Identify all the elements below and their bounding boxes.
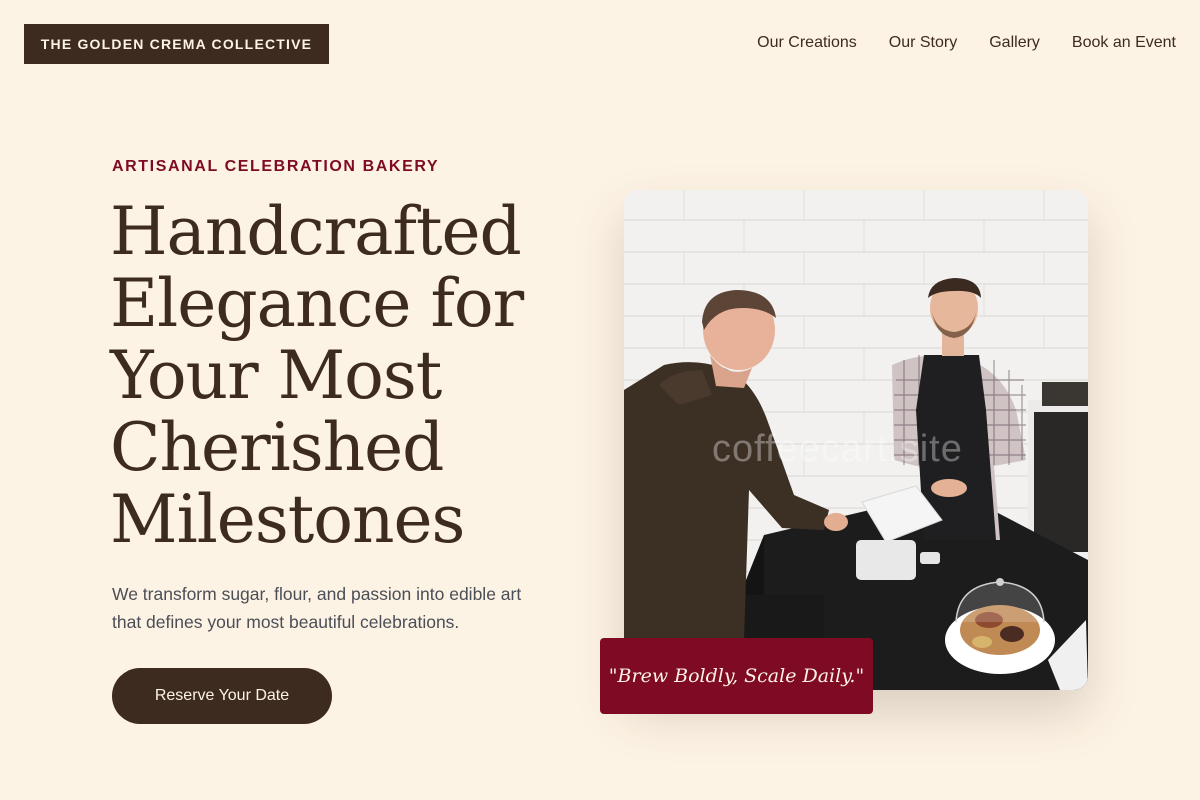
- hero-photo: [624, 190, 1088, 690]
- hero-eyebrow: ARTISANAL CELEBRATION BAKERY: [112, 158, 440, 175]
- reserve-date-button[interactable]: Reserve Your Date: [112, 668, 332, 724]
- main-nav: Our Creations Our Story Gallery Book an …: [757, 33, 1176, 53]
- nav-link-our-creations[interactable]: Our Creations: [757, 33, 857, 53]
- nav-link-gallery[interactable]: Gallery: [989, 33, 1040, 53]
- hero-subtitle: We transform sugar, flour, and passion i…: [112, 584, 522, 632]
- nav-link-book-an-event[interactable]: Book an Event: [1072, 33, 1176, 53]
- brand-logo[interactable]: THE GOLDEN CREMA COLLECTIVE: [24, 24, 329, 64]
- tagline-quote-badge: "Brew Boldly, Scale Daily.": [600, 638, 873, 714]
- nav-link-our-story[interactable]: Our Story: [889, 33, 957, 53]
- hero-title: Handcrafted Elegance for Your Most Cheri…: [110, 193, 524, 558]
